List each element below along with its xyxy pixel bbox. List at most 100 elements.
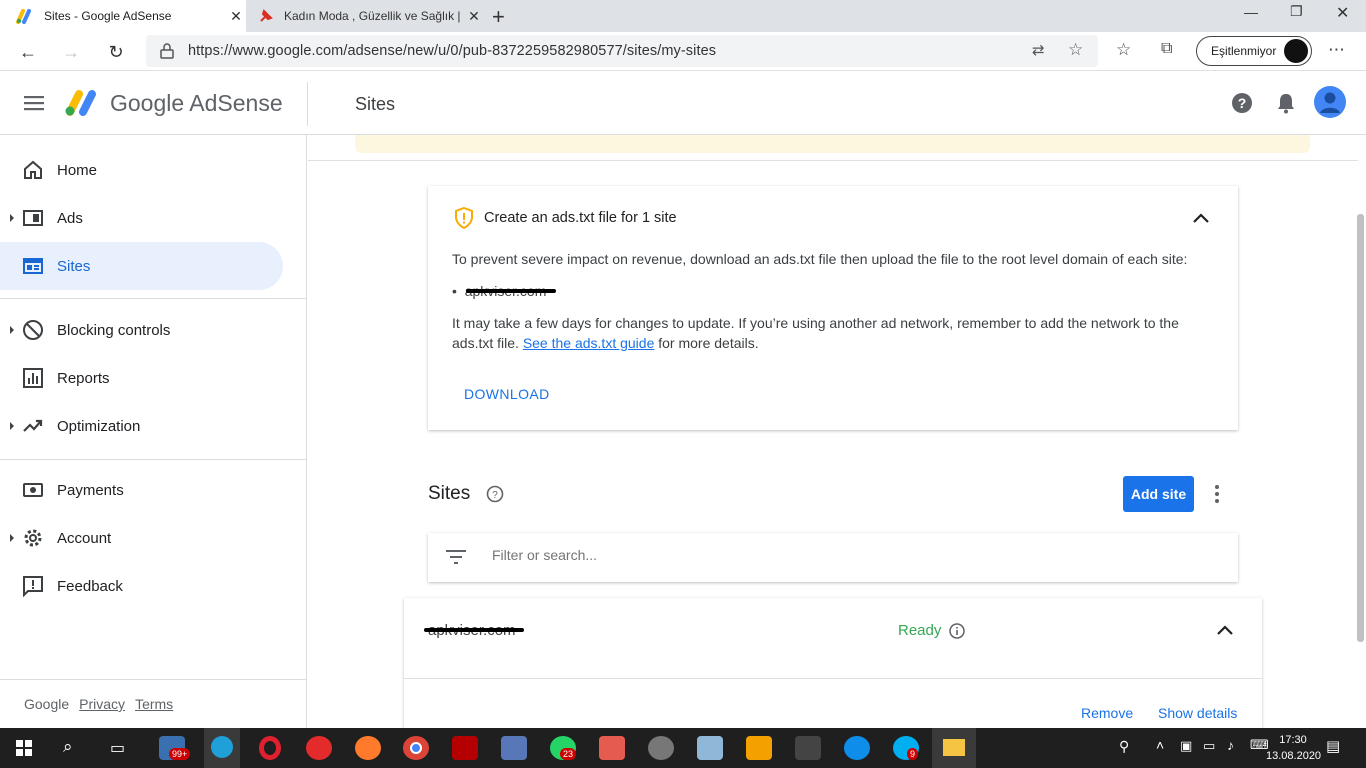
feedback-icon [23,576,43,597]
chrome-app-icon[interactable] [403,736,429,760]
svg-text:?: ? [1238,95,1247,111]
people-icon[interactable]: ⚲ [1119,738,1129,755]
network-app-icon[interactable] [501,736,527,760]
network-icon[interactable]: ▭ [1203,738,1215,754]
action-center-icon[interactable]: ▤ [1326,737,1340,755]
filezilla-app-icon[interactable] [452,736,478,760]
footer-google-label: Google [24,696,70,712]
tray-expand-icon[interactable]: ˄ [1156,737,1164,753]
file-explorer-app-icon[interactable] [932,728,976,768]
profile-sync-button[interactable]: Eşitlenmiyor [1196,36,1312,66]
sidebar-item-label: Ads [57,209,83,227]
skype-app-icon[interactable]: 9 [893,736,919,760]
remove-site-button[interactable]: Remove [1081,705,1133,721]
taskbar-clock[interactable]: 17:30 13.08.2020 [1266,732,1321,764]
adstxt-description: To prevent severe impact on revenue, dow… [452,251,1188,267]
sidebar-item-reports[interactable]: Reports [0,354,283,402]
paint-app-icon[interactable] [599,736,625,760]
mail-app-icon[interactable]: 99+ [159,736,191,760]
expand-caret-icon [10,534,14,542]
sidebar-item-blocking-controls[interactable]: Blocking controls [0,306,283,354]
window-close-icon[interactable]: ✕ [1336,3,1349,23]
sidebar-item-home[interactable]: Home [0,146,283,194]
terms-link[interactable]: Terms [135,696,173,712]
sidebar-item-account[interactable]: Account [0,514,283,562]
sidebar-item-ads[interactable]: Ads [0,194,283,242]
minimize-icon[interactable]: — [1244,4,1258,20]
tab-adsense[interactable]: Sites - Google AdSense ✕ [0,0,246,32]
forward-icon[interactable]: → [57,38,85,66]
tab-kadin-moda[interactable]: Kadın Moda , Güzellik ve Sağlık | ✕ [248,0,484,32]
header-divider [307,82,308,126]
skype-badge: 9 [907,748,919,760]
account-avatar-icon[interactable] [1314,86,1346,118]
trending-icon [23,419,43,432]
close-tab-icon[interactable]: ✕ [226,8,246,25]
redaction-mark [424,628,524,632]
edge-app-icon[interactable] [204,728,240,768]
main-content: Create an ads.txt file for 1 site To pre… [308,135,1358,728]
add-site-button[interactable]: Add site [1123,476,1194,512]
sidebar-item-sites[interactable]: Sites [0,242,283,290]
sublime-app-icon[interactable] [746,736,772,760]
search-icon[interactable]: ⌕ [63,737,73,757]
sidebar-item-label: Home [57,161,98,179]
notifications-bell-icon[interactable] [1276,92,1296,114]
page-scrollbar[interactable] [1357,214,1364,642]
refresh-icon[interactable]: ↻ [102,38,130,66]
address-bar[interactable]: https://www.google.com/adsense/new/u/0/p… [146,35,1098,67]
sidebar-item-label: Optimization [57,417,141,435]
settings-app-icon[interactable] [648,736,674,760]
tool-app-icon[interactable] [795,736,821,760]
sidebar-divider [0,298,306,299]
collapse-chevron-icon[interactable] [1216,624,1234,636]
hamburger-menu-icon[interactable] [24,95,44,111]
whatsapp-app-icon[interactable]: 23 [550,736,577,760]
block-icon [23,320,43,340]
adstxt-alert-card: Create an ads.txt file for 1 site To pre… [428,186,1238,430]
favorites-icon[interactable]: ☆ [1116,40,1131,60]
sidebar-item-optimization[interactable]: Optimization [0,402,283,450]
restore-icon[interactable]: ❐ [1290,3,1303,20]
help-icon[interactable]: ? [1231,92,1253,114]
filter-search-input[interactable] [492,547,1192,563]
sidebar-item-label: Sites [57,257,91,275]
back-icon[interactable]: ← [14,38,42,66]
volume-icon[interactable]: ♪ [1227,737,1234,753]
photos-app-icon[interactable] [697,736,723,760]
opera-app-icon[interactable] [257,736,283,760]
download-button[interactable]: DOWNLOAD [464,386,550,402]
more-menu-icon[interactable]: ⋯ [1328,40,1345,60]
star-icon[interactable]: ☆ [1068,40,1083,60]
teamviewer-app-icon[interactable] [844,736,870,760]
sites-section-heading: Sites [428,483,471,504]
more-vert-icon[interactable] [1214,484,1220,504]
show-details-button[interactable]: Show details [1158,705,1237,721]
whatsapp-badge: 23 [560,748,577,760]
sidebar-item-payments[interactable]: Payments [0,466,283,514]
yandex-app-icon[interactable] [306,736,332,760]
help-circle-icon[interactable]: ? [486,485,504,503]
app-header: Google AdSense Sites ? [0,72,1366,135]
shield-warning-icon [455,207,473,229]
info-icon[interactable] [949,623,965,639]
sidebar-item-label: Reports [57,369,110,387]
translate-icon[interactable]: ⇄ [1032,41,1045,59]
tray-app-icon[interactable]: ▣ [1180,738,1192,754]
firefox-app-icon[interactable] [355,736,381,760]
collections-icon[interactable]: ⧉ [1161,40,1172,58]
site-row-card: apkviser.com Ready Remove Show details [404,598,1262,728]
mail-badge: 99+ [169,748,191,760]
note-text-end: for more details. [658,335,759,351]
windows-start-icon[interactable] [16,740,32,756]
collapse-chevron-icon[interactable] [1192,212,1210,224]
close-tab-icon[interactable]: ✕ [464,8,484,25]
privacy-link[interactable]: Privacy [79,696,125,712]
expand-caret-icon [10,422,14,430]
task-view-icon[interactable]: ▭ [110,738,125,758]
warning-banner [355,135,1310,153]
adstxt-guide-link[interactable]: See the ads.txt guide [523,335,655,351]
sidebar-item-feedback[interactable]: Feedback [0,562,283,610]
banner-divider [308,160,1358,161]
new-tab-icon[interactable]: + [492,4,505,30]
